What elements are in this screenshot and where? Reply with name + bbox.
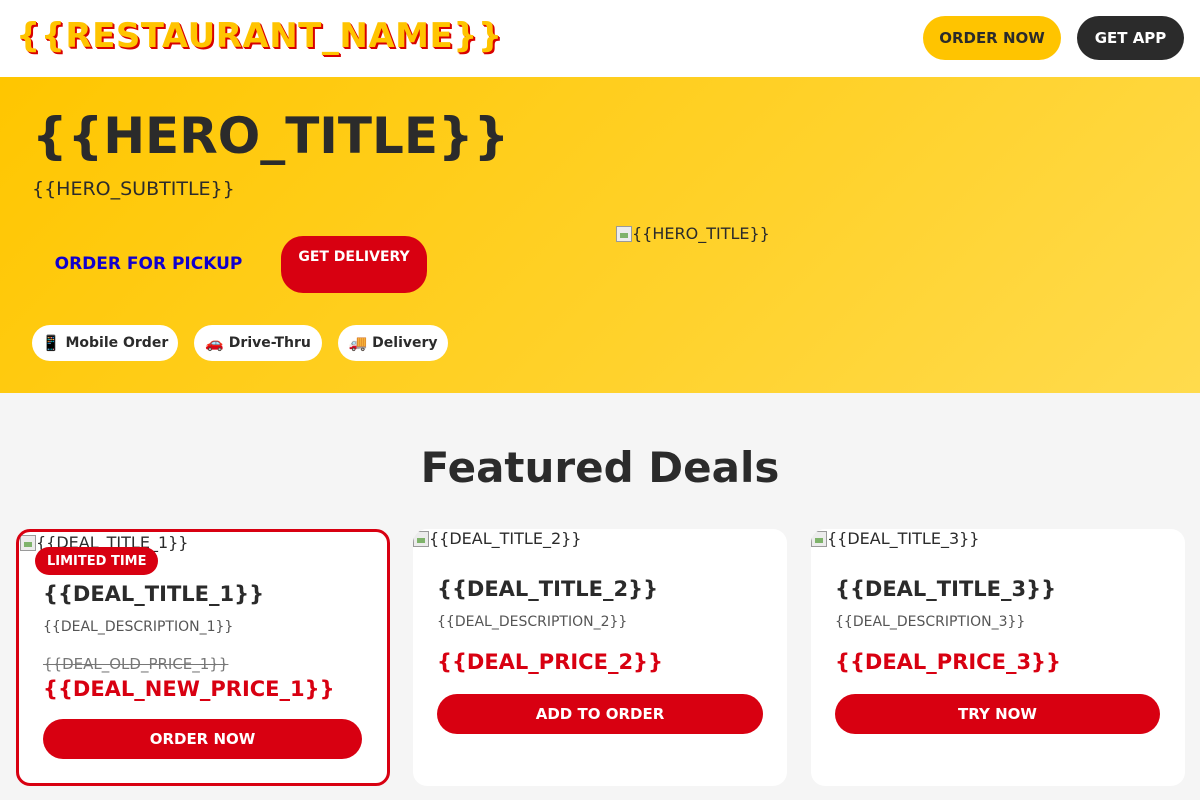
hero-image-alt: {{HERO_TITLE}} — [632, 224, 770, 243]
mobile-phone-icon: 📱 — [41, 334, 61, 352]
try-now-button[interactable]: TRY NOW — [835, 694, 1160, 734]
limited-time-badge: LIMITED TIME — [35, 547, 159, 575]
deal-card-3: {{DEAL_TITLE_3}} {{DEAL_TITLE_3}} {{DEAL… — [811, 529, 1185, 786]
deal-card-2: {{DEAL_TITLE_2}} {{DEAL_TITLE_2}} {{DEAL… — [413, 529, 787, 786]
deal-image: {{DEAL_TITLE_3}} — [811, 529, 979, 548]
get-delivery-button[interactable]: GET DELIVERY — [281, 236, 427, 293]
deal-title: {{DEAL_TITLE_1}} — [43, 582, 265, 606]
broken-image-icon — [811, 530, 827, 547]
hero-section: {{HERO_TITLE}} {{HERO_SUBTITLE}} ORDER F… — [0, 77, 1200, 393]
chip-mobile-order[interactable]: 📱 Mobile Order — [32, 325, 178, 361]
deal-title: {{DEAL_TITLE_3}} — [835, 577, 1057, 601]
deal-description: {{DEAL_DESCRIPTION_1}} — [43, 619, 234, 635]
hero-image: {{HERO_TITLE}} — [616, 224, 770, 243]
deal-description: {{DEAL_DESCRIPTION_3}} — [835, 614, 1026, 630]
chip-label: Mobile Order — [65, 335, 169, 351]
featured-deals-heading: Featured Deals — [420, 443, 780, 492]
chip-label: Drive-Thru — [228, 335, 311, 351]
chip-drive-thru[interactable]: 🚗 Drive-Thru — [194, 325, 322, 361]
deal-description: {{DEAL_DESCRIPTION_2}} — [437, 614, 628, 630]
add-to-order-button[interactable]: ADD TO ORDER — [437, 694, 763, 734]
chip-label: Delivery — [372, 335, 438, 351]
hero-title: {{HERO_TITLE}} — [32, 107, 510, 165]
order-now-deal-button[interactable]: ORDER NOW — [43, 719, 362, 759]
top-navigation: {{RESTAURANT_NAME}} ORDER NOW GET APP — [0, 0, 1200, 77]
restaurant-logo[interactable]: {{RESTAURANT_NAME}} — [16, 16, 503, 56]
deal-card-1: {{DEAL_TITLE_1}} LIMITED TIME {{DEAL_TIT… — [16, 529, 390, 786]
car-icon: 🚗 — [205, 334, 224, 352]
chip-delivery[interactable]: 🚚 Delivery — [338, 325, 448, 361]
deal-old-price: {{DEAL_OLD_PRICE_1}} — [43, 655, 229, 673]
order-for-pickup-button[interactable]: ORDER FOR PICKUP — [32, 236, 265, 292]
get-app-button[interactable]: GET APP — [1077, 16, 1184, 60]
deal-new-price: {{DEAL_NEW_PRICE_1}} — [43, 677, 335, 701]
deal-image-alt: {{DEAL_TITLE_3}} — [827, 529, 980, 548]
broken-image-icon — [616, 225, 632, 242]
broken-image-icon — [20, 534, 36, 551]
deal-title: {{DEAL_TITLE_2}} — [437, 577, 659, 601]
deal-price: {{DEAL_PRICE_3}} — [835, 650, 1061, 674]
deal-price: {{DEAL_PRICE_2}} — [437, 650, 663, 674]
broken-image-icon — [413, 530, 429, 547]
truck-icon: 🚚 — [348, 334, 368, 352]
order-now-button[interactable]: ORDER NOW — [923, 16, 1061, 60]
hero-subtitle: {{HERO_SUBTITLE}} — [32, 178, 235, 200]
deal-image-alt: {{DEAL_TITLE_2}} — [429, 529, 582, 548]
deal-image: {{DEAL_TITLE_2}} — [413, 529, 581, 548]
